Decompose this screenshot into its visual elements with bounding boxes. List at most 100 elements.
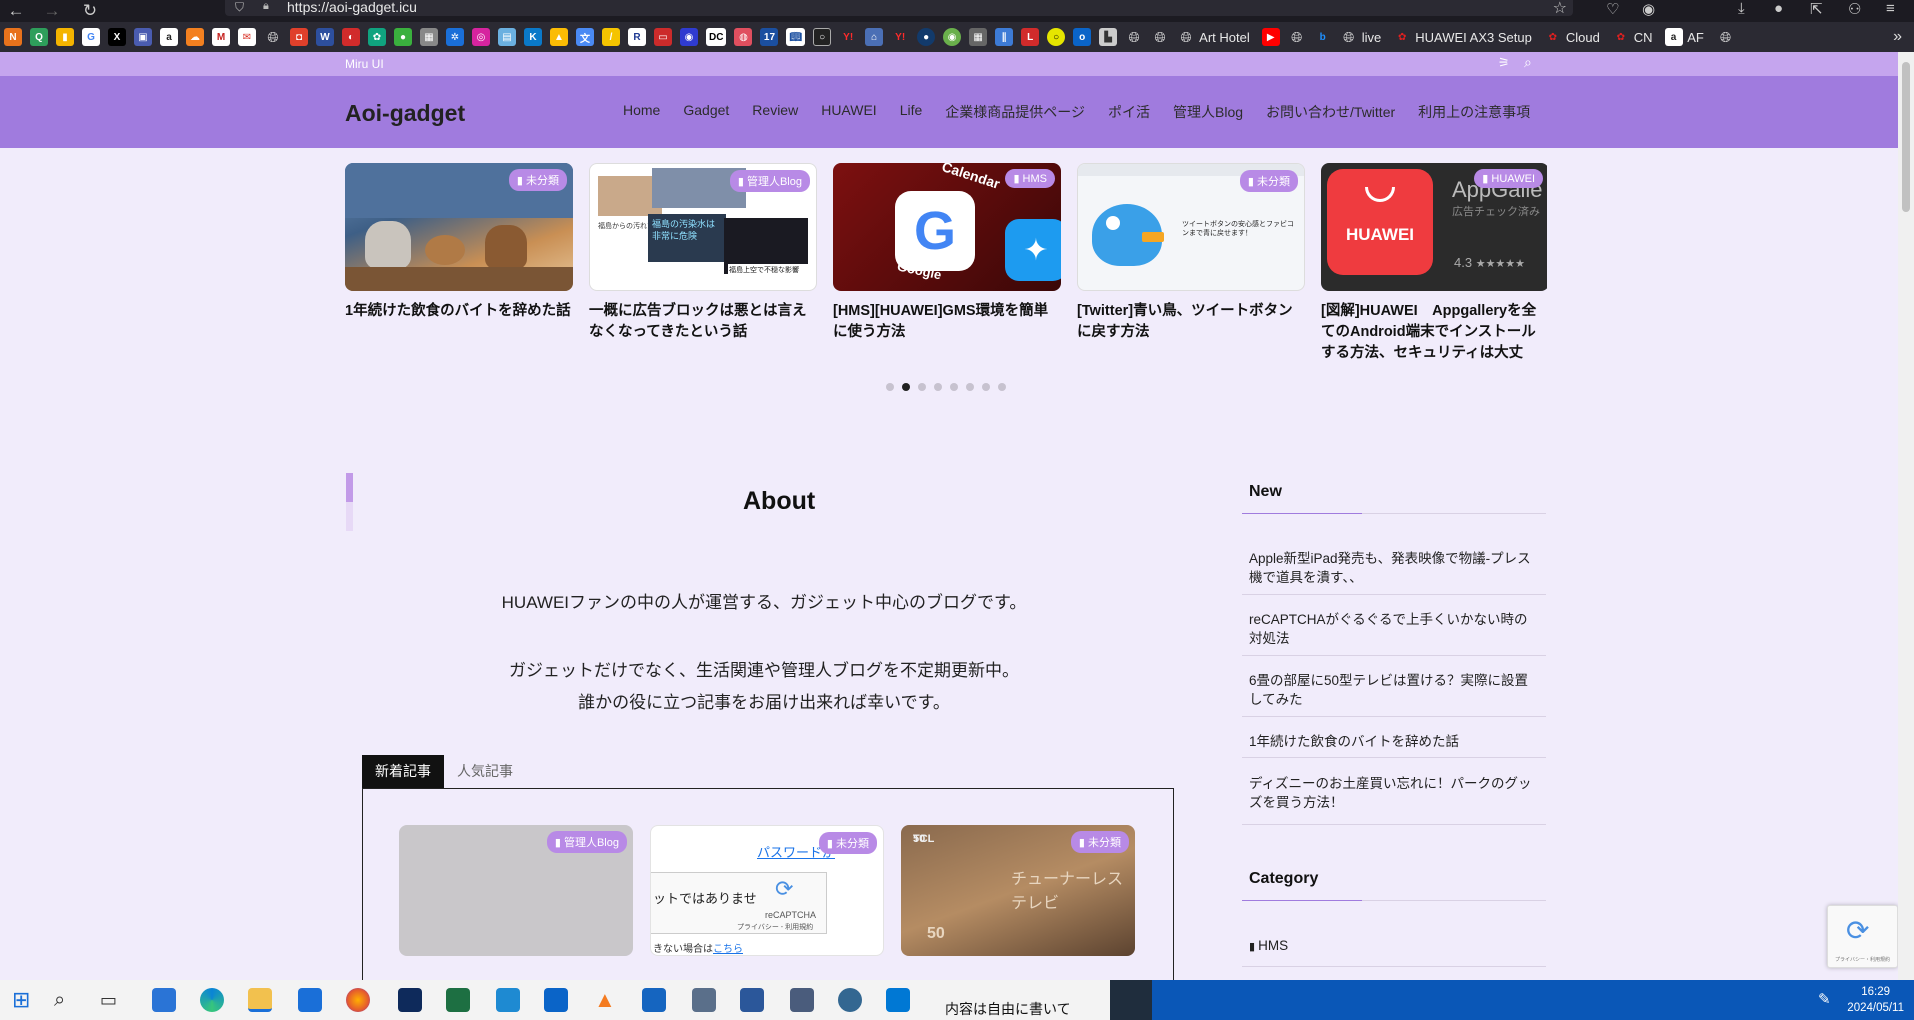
amazon-icon[interactable]: a <box>160 28 178 46</box>
vlc-icon[interactable]: ▲ <box>594 988 618 1012</box>
github-icon[interactable]: ○ <box>813 28 832 46</box>
category-badge[interactable]: ▮ HUAWEI <box>1474 169 1543 188</box>
yahoo-icon[interactable]: Y! <box>891 28 909 46</box>
bookmark-icon[interactable]: K <box>524 28 542 46</box>
huawei-icon[interactable]: ✿ <box>1393 28 1411 46</box>
bookmark-icon[interactable]: R <box>628 28 646 46</box>
media-icon[interactable] <box>496 988 520 1012</box>
nav-item-home[interactable]: Home <box>623 102 660 122</box>
back-icon[interactable]: ← <box>2 0 30 22</box>
mail-icon[interactable] <box>298 988 322 1012</box>
lock-icon[interactable]: 🔒︎ <box>263 0 269 13</box>
category-badge[interactable]: ▮ 未分類 <box>818 832 877 854</box>
category-badge[interactable]: ▮ 管理人Blog <box>546 831 627 853</box>
bookmark-icon[interactable]: ✲ <box>446 28 464 46</box>
remote-desktop-icon[interactable] <box>692 988 716 1012</box>
nav-item-gadget[interactable]: Gadget <box>683 102 729 122</box>
slide-thumbnail[interactable]: 福島からの汚れた水 福島の汚染水は非常に危険 福島上空で不穏な影響 ▮ 管理人B… <box>589 163 817 291</box>
amazon-icon[interactable]: a <box>1664 28 1683 46</box>
outlook-icon[interactable]: o <box>1073 28 1092 46</box>
google-icon[interactable]: G <box>82 28 100 46</box>
bing-icon[interactable]: b <box>1314 28 1332 46</box>
share-icon[interactable]: ⇱ <box>1810 0 1823 20</box>
nav-item-admin-blog[interactable]: 管理人Blog <box>1173 102 1243 122</box>
slide-title[interactable]: 一概に広告ブロックは悪とは言えなくなってきたという話 <box>589 301 817 343</box>
bookmark-icon[interactable]: ◍ <box>734 28 753 46</box>
clock[interactable]: 16:29 2024/05/11 <box>1847 984 1904 1016</box>
nav-item-life[interactable]: Life <box>900 102 923 122</box>
slide-title[interactable]: [Twitter]青い鳥、ツイートボタンに戻す方法 <box>1077 301 1305 343</box>
slider-dot-active[interactable] <box>902 383 910 391</box>
nav-item-huawei[interactable]: HUAWEI <box>821 102 876 122</box>
category-badge[interactable]: ▮ HMS <box>1005 169 1055 188</box>
rss-icon[interactable]: ⚞ <box>1498 55 1510 71</box>
bookmark-icon[interactable]: ◐ <box>342 28 360 46</box>
bookmark-icon[interactable]: ◘ <box>290 28 308 46</box>
drive-icon[interactable]: ▲ <box>550 28 568 46</box>
bookmark-icon[interactable]: ∥ <box>995 28 1014 46</box>
slider-dot[interactable] <box>998 383 1006 391</box>
address-bar[interactable]: ⛉ 🔒︎ https://aoi-gadget.icu ☆ <box>225 0 1573 17</box>
slider-dot[interactable] <box>934 383 942 391</box>
instagram-icon[interactable]: ◎ <box>472 28 490 46</box>
excel-icon[interactable] <box>446 988 470 1012</box>
slide-thumbnail[interactable]: ▮ 未分類 <box>345 163 573 291</box>
x-icon[interactable]: X <box>108 28 126 46</box>
pocket-icon[interactable]: ♡ <box>1606 0 1619 20</box>
tab-popular-posts[interactable]: 人気記事 <box>444 755 526 788</box>
bookmark-icon[interactable]: ○ <box>1047 28 1066 46</box>
bookmark-live[interactable]: live <box>1362 28 1382 46</box>
slider-dot[interactable] <box>950 383 958 391</box>
site-logo[interactable]: Aoi-gadget <box>345 100 465 127</box>
post-card[interactable]: パスワードが ットではありませ ⟳ reCAPTCHA プライバシー - 利用規… <box>650 825 884 956</box>
slide-thumbnail[interactable]: ツイートボタンの安心感とファビコンまで青に戻せます！ ▮ 未分類 <box>1077 163 1305 291</box>
bookmark-icon[interactable]: DC <box>706 28 727 46</box>
word-icon[interactable] <box>740 988 764 1012</box>
bookmark-icon[interactable]: ▣ <box>134 28 152 46</box>
slide-title[interactable]: [図解]HUAWEI Appgalleryを全てのAndroid端末でインストー… <box>1321 301 1547 364</box>
yahoo-icon[interactable]: Y! <box>839 28 857 46</box>
sidebar-new-item[interactable]: 1年続けた飲食のバイトを辞めた話 <box>1249 732 1539 751</box>
search-icon[interactable]: ⌕ <box>1524 54 1532 71</box>
search-icon[interactable]: ⌕ <box>54 988 78 1012</box>
windows-start-icon[interactable]: ⊞ <box>12 988 36 1012</box>
globe-icon[interactable]: 🌐︎ <box>1125 28 1143 46</box>
translate-icon[interactable]: 文 <box>576 28 594 46</box>
file-explorer-icon[interactable] <box>248 988 272 1012</box>
slide-card[interactable]: Calendar G Google ✦ ▮ HMS [HMS][HUAWEI]G… <box>833 163 1061 343</box>
slider-dot[interactable] <box>886 383 894 391</box>
bookmark-icon[interactable]: 17 <box>760 28 779 46</box>
nav-item-review[interactable]: Review <box>752 102 798 122</box>
scrollbar-thumb[interactable] <box>1902 62 1910 212</box>
category-badge[interactable]: ▮ 未分類 <box>508 169 567 191</box>
nav-item-terms[interactable]: 利用上の注意事項 <box>1418 102 1530 122</box>
postgres-icon[interactable] <box>838 988 862 1012</box>
mail-icon[interactable]: ✉ <box>238 28 256 46</box>
slide-card[interactable]: HUAWEI AppGalle 広告チェック済み 4.3 ★★★★★ ▮ HUA… <box>1321 163 1547 364</box>
bookmark-icon[interactable]: ▙ <box>1099 28 1118 46</box>
sidebar-new-item[interactable]: ディズニーのお土産買い忘れに！パークのグッズを買う方法！ <box>1249 774 1539 812</box>
disney-icon[interactable] <box>398 988 422 1012</box>
bookmark-icon[interactable]: ▦ <box>969 28 988 46</box>
sidebar-new-item[interactable]: reCAPTCHAがぐるぐるで上手くいかない時の対処法 <box>1249 610 1539 648</box>
bookmark-icon[interactable]: / <box>602 28 620 46</box>
bookmark-cn[interactable]: CN <box>1634 28 1653 46</box>
nav-item-poikatsu[interactable]: ポイ活 <box>1108 102 1150 122</box>
bookmark-icon[interactable]: ▤ <box>498 28 516 46</box>
nav-item-corporate[interactable]: 企業様商品提供ページ <box>945 102 1085 122</box>
bookmark-icon[interactable]: ◉ <box>943 28 962 46</box>
category-badge[interactable]: ▮ 未分類 <box>1070 831 1129 853</box>
sidebar-new-item[interactable]: 6畳の部屋に50型テレビは置ける？実際に設置してみた <box>1249 671 1539 709</box>
bookmark-icon[interactable]: N <box>4 28 22 46</box>
slide-thumbnail[interactable]: HUAWEI AppGalle 広告チェック済み 4.3 ★★★★★ ▮ HUA… <box>1321 163 1547 291</box>
sidebar-category-item[interactable]: ▮ HMS <box>1249 936 1539 957</box>
edge-icon[interactable] <box>200 988 224 1012</box>
slide-title[interactable]: [HMS][HUAWEI]GMS環境を簡単に使う方法 <box>833 301 1061 343</box>
screenshot-icon[interactable]: ⚇ <box>1848 0 1861 20</box>
globe-icon[interactable]: 🌐︎ <box>1177 28 1195 46</box>
bank-icon[interactable] <box>790 988 814 1012</box>
post-card[interactable]: ▮ 管理人Blog <box>399 825 633 956</box>
huawei-icon[interactable]: ✿ <box>1544 28 1562 46</box>
task-view-icon[interactable]: ▭ <box>100 988 124 1012</box>
bookmark-art-hotel[interactable]: Art Hotel <box>1199 28 1250 46</box>
